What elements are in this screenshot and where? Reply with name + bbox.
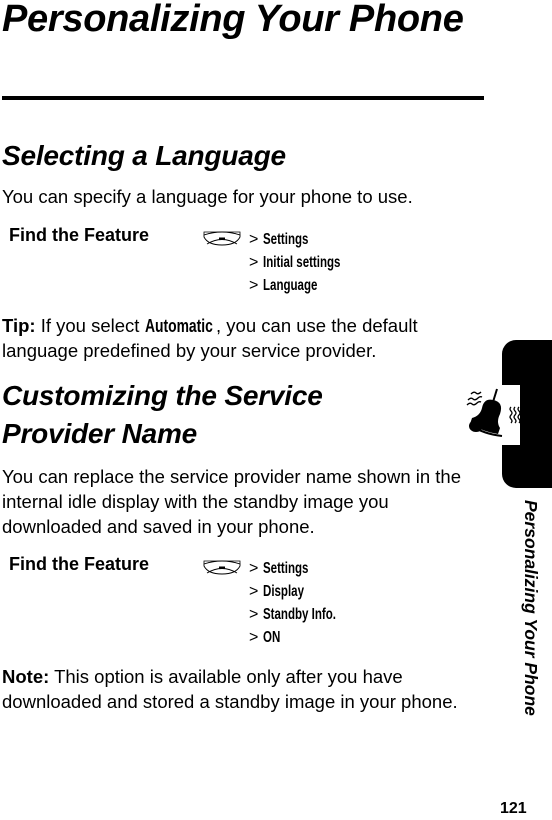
note-prefix: Note: [2, 666, 50, 687]
tip-text-before: If you select [35, 315, 145, 336]
menu-item-settings: Settings [263, 560, 309, 577]
note-paragraph: Note: This option is available only afte… [2, 664, 486, 714]
menu-item-settings: Settings [263, 231, 309, 248]
menu-key-icon [203, 231, 241, 246]
menu-path-step: > Settings [249, 557, 364, 580]
menu-item-language: Language [263, 277, 318, 294]
running-header: Personalizing Your Phone [521, 500, 541, 716]
menu-path-step: > Initial settings [249, 251, 371, 274]
path-separator: > [249, 254, 259, 271]
menu-item-standby-info: Standby Info. [263, 606, 336, 623]
tip-paragraph: Tip: If you select Automatic, you can us… [2, 313, 486, 363]
chapter-title: Personalizing Your Phone [2, 0, 464, 40]
menu-item-display: Display [263, 583, 304, 600]
page-number: 121 [500, 800, 527, 817]
menu-item-initial-settings: Initial settings [263, 254, 341, 271]
section-intro-provider-name: You can replace the service provider nam… [2, 466, 462, 537]
path-separator: > [249, 277, 259, 294]
menu-path-step: > ON [249, 626, 364, 649]
path-separator: > [249, 560, 259, 577]
menu-path-step: > Language [249, 274, 371, 297]
path-separator: > [249, 629, 259, 646]
menu-path-step: > Settings [249, 228, 371, 251]
path-separator: > [249, 606, 259, 623]
tip-prefix: Tip: [2, 315, 36, 336]
menu-path-step: > Display [249, 580, 364, 603]
section-heading-provider-name: Customizing the Service Provider Name [2, 380, 323, 449]
note-text: This option is available only after you … [2, 666, 458, 712]
path-separator: > [249, 231, 259, 248]
menu-key-icon [203, 560, 241, 575]
path-separator: > [249, 583, 259, 600]
find-feature-label: Find the Feature [9, 225, 150, 245]
section-heading-language: Selecting a Language [2, 140, 286, 171]
menu-path-step: > Standby Info. [249, 603, 364, 626]
tip-keyword: Automatic [144, 315, 213, 336]
title-rule [2, 96, 484, 100]
menu-item-on: ON [263, 629, 281, 646]
find-feature-path-language: > Settings > Initial settings > Language [249, 228, 371, 297]
find-feature-path-provider: > Settings > Display > Standby Info. > ON [249, 557, 364, 649]
ringing-bell-icon [466, 388, 521, 437]
find-feature-label: Find the Feature [9, 554, 150, 574]
section-intro-language: You can specify a language for your phon… [2, 186, 413, 207]
